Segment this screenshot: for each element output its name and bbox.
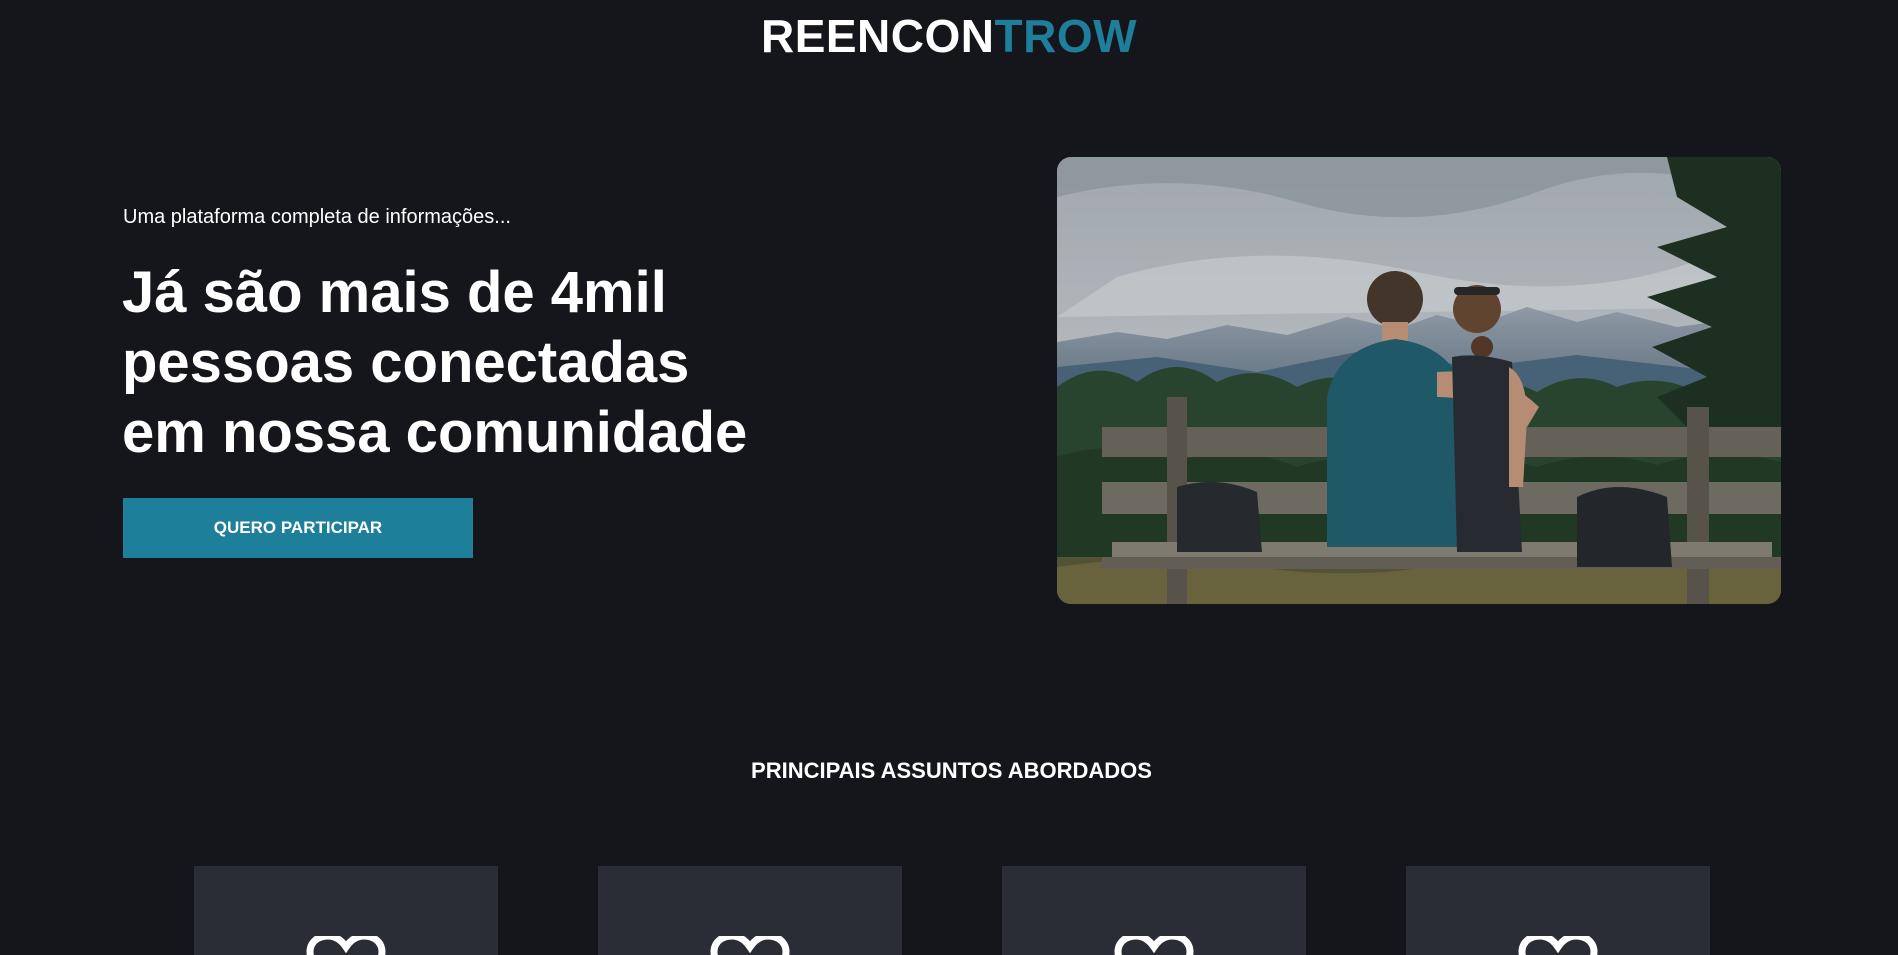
topic-card[interactable] xyxy=(598,866,902,955)
hero-title-line: em nossa comunidade xyxy=(122,400,748,465)
topic-card[interactable] xyxy=(1406,866,1710,955)
hero-title-line: Já são mais de 4mil xyxy=(122,260,667,325)
logo-text-primary: REENCON xyxy=(760,10,995,62)
topic-card[interactable] xyxy=(1002,866,1306,955)
hero-title-line: pessoas conectadas xyxy=(122,330,690,395)
logo-text-accent: TROW xyxy=(994,10,1138,62)
hero-title: Já são mais de 4mil pessoas conectadas e… xyxy=(122,258,822,468)
hero-tagline: Uma plataforma completa de informações..… xyxy=(123,206,511,228)
heart-icon xyxy=(1518,936,1598,955)
topic-card[interactable] xyxy=(194,866,498,955)
hero-photo-couple-on-bench xyxy=(1057,157,1781,604)
landing-page: REENCONTROW Uma plataforma completa de i… xyxy=(0,0,1898,955)
topics-section-title: PRINCIPAIS ASSUNTOS ABORDADOS xyxy=(751,758,1152,783)
heart-icon xyxy=(1114,936,1194,955)
join-button[interactable]: QUERO PARTICIPAR xyxy=(123,498,473,558)
heart-icon xyxy=(306,936,386,955)
site-logo[interactable]: REENCONTROW xyxy=(0,8,1898,64)
heart-icon xyxy=(710,936,790,955)
